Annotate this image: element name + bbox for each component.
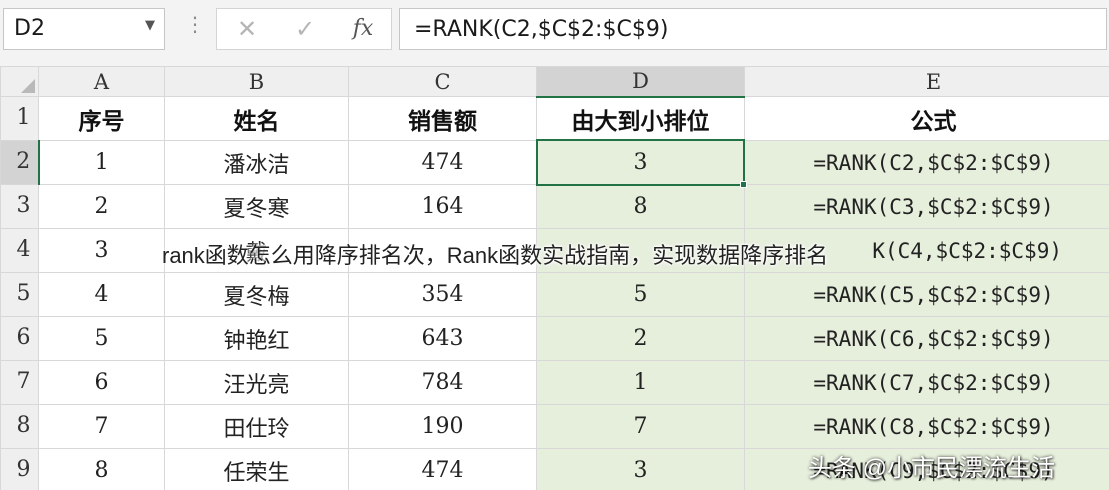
cell[interactable]: 643 xyxy=(348,316,537,361)
cell[interactable]: 5 xyxy=(38,316,165,361)
row-header[interactable]: 4 xyxy=(0,228,39,273)
cell[interactable]: 夏冬梅 xyxy=(164,272,349,317)
table-row: 7 6 汪光亮 784 1 =RANK(C7,$C$2:$C$9) xyxy=(0,360,1109,405)
header-cell-rank[interactable]: 由大到小排位 xyxy=(536,96,745,141)
cell[interactable]: 4 xyxy=(38,272,165,317)
header-cell-formula[interactable]: 公式 xyxy=(744,96,1109,141)
row-header[interactable]: 2 xyxy=(0,140,40,185)
cell[interactable]: 潘冰洁 xyxy=(164,140,349,185)
column-header-c[interactable]: C xyxy=(348,66,537,97)
cell[interactable]: 3 xyxy=(38,228,165,273)
row-header[interactable]: 5 xyxy=(0,272,39,317)
cell[interactable]: 6 xyxy=(38,360,165,405)
header-cell-index[interactable]: 序号 xyxy=(38,96,165,141)
cell[interactable]: 2 xyxy=(536,316,745,361)
cell[interactable]: 784 xyxy=(348,360,537,405)
cell[interactable]: 田仕玲 xyxy=(164,404,349,449)
row-header[interactable]: 8 xyxy=(0,404,39,449)
cell[interactable]: 8 xyxy=(38,448,165,490)
cell[interactable]: 1 xyxy=(38,140,165,185)
more-options-icon[interactable]: ⋮ xyxy=(185,14,205,34)
table-row: 2 1 潘冰洁 474 3 =RANK(C2,$C$2:$C$9) xyxy=(0,140,1109,185)
table-row: 8 7 田仕玲 190 7 =RANK(C8,$C$2:$C$9) xyxy=(0,404,1109,449)
column-header-a[interactable]: A xyxy=(38,66,165,97)
row-header[interactable]: 1 xyxy=(0,96,39,141)
row-header[interactable]: 6 xyxy=(0,316,39,361)
cell[interactable]: 474 xyxy=(348,448,537,490)
table-header-row: 1 序号 姓名 销售额 由大到小排位 公式 xyxy=(0,96,1109,141)
cell[interactable]: =RANK(C2,$C$2:$C$9) xyxy=(744,140,1109,185)
name-box-value: D2 xyxy=(14,16,45,41)
cell[interactable]: =RANK(C5,$C$2:$C$9) xyxy=(744,272,1109,317)
cell[interactable]: 7 xyxy=(536,404,745,449)
cell[interactable]: 474 xyxy=(348,140,537,185)
column-header-b[interactable]: B xyxy=(164,66,349,97)
table-row: 3 2 夏冬寒 164 8 =RANK(C3,$C$2:$C$9) xyxy=(0,184,1109,229)
cell[interactable]: =RANK(C8,$C$2:$C$9) xyxy=(744,404,1109,449)
select-all-button[interactable] xyxy=(0,66,39,97)
select-all-icon xyxy=(21,79,35,93)
watermark: 头条 @小市民漂流生活 xyxy=(808,455,1056,482)
formula-text: =RANK(C2,$C$2:$C$9) xyxy=(414,17,669,42)
column-header-row: A B C D E xyxy=(0,66,1109,98)
cell[interactable]: 3 xyxy=(536,448,745,490)
header-cell-sales[interactable]: 销售额 xyxy=(348,96,537,141)
header-cell-name[interactable]: 姓名 xyxy=(164,96,349,141)
column-header-e[interactable]: E xyxy=(744,66,1109,97)
cell[interactable]: 5 xyxy=(536,272,745,317)
name-box[interactable]: D2 ▼ xyxy=(3,8,165,50)
cell[interactable]: =RANK(C7,$C$2:$C$9) xyxy=(744,360,1109,405)
table-row: 6 5 钟艳红 643 2 =RANK(C6,$C$2:$C$9) xyxy=(0,316,1109,361)
cell[interactable]: 钟艳红 xyxy=(164,316,349,361)
cell[interactable]: 1 xyxy=(536,360,745,405)
formula-input[interactable]: =RANK(C2,$C$2:$C$9) xyxy=(399,8,1107,50)
cell[interactable]: 汪光亮 xyxy=(164,360,349,405)
cell[interactable]: 夏冬寒 xyxy=(164,184,349,229)
cell[interactable]: 354 xyxy=(348,272,537,317)
fill-handle[interactable] xyxy=(740,181,747,188)
insert-function-button[interactable]: fx xyxy=(343,13,383,45)
spreadsheet-grid: A B C D E 1 序号 姓名 销售额 由大到小排位 公式 2 1 潘冰洁 … xyxy=(0,66,1109,490)
cell[interactable]: 190 xyxy=(348,404,537,449)
column-header-d[interactable]: D xyxy=(536,66,745,98)
row-header[interactable]: 7 xyxy=(0,360,39,405)
formula-tools: ✕ ✓ fx xyxy=(216,8,392,50)
active-cell[interactable]: 3 xyxy=(536,140,745,185)
cell[interactable]: 7 xyxy=(38,404,165,449)
overlay-title: rank函数怎么用降序排名次，Rank函数实战指南，实现数据降序排名 xyxy=(162,243,829,268)
close-icon[interactable]: ✕ xyxy=(227,13,267,45)
check-icon[interactable]: ✓ xyxy=(285,13,325,45)
cell-grid: A B C D E 1 序号 姓名 销售额 由大到小排位 公式 2 1 潘冰洁 … xyxy=(0,66,1109,490)
cell[interactable]: =RANK(C3,$C$2:$C$9) xyxy=(744,184,1109,229)
row-header[interactable]: 3 xyxy=(0,184,39,229)
table-row: 5 4 夏冬梅 354 5 =RANK(C5,$C$2:$C$9) xyxy=(0,272,1109,317)
cell[interactable]: 8 xyxy=(536,184,745,229)
formula-bar-area: D2 ▼ ⋮ ✕ ✓ fx =RANK(C2,$C$2:$C$9) xyxy=(0,0,1109,66)
chevron-down-icon[interactable]: ▼ xyxy=(145,18,155,33)
cell[interactable]: 2 xyxy=(38,184,165,229)
cell[interactable]: 164 xyxy=(348,184,537,229)
cell[interactable]: =RANK(C6,$C$2:$C$9) xyxy=(744,316,1109,361)
row-header[interactable]: 9 xyxy=(0,448,39,490)
cell[interactable]: 任荣生 xyxy=(164,448,349,490)
